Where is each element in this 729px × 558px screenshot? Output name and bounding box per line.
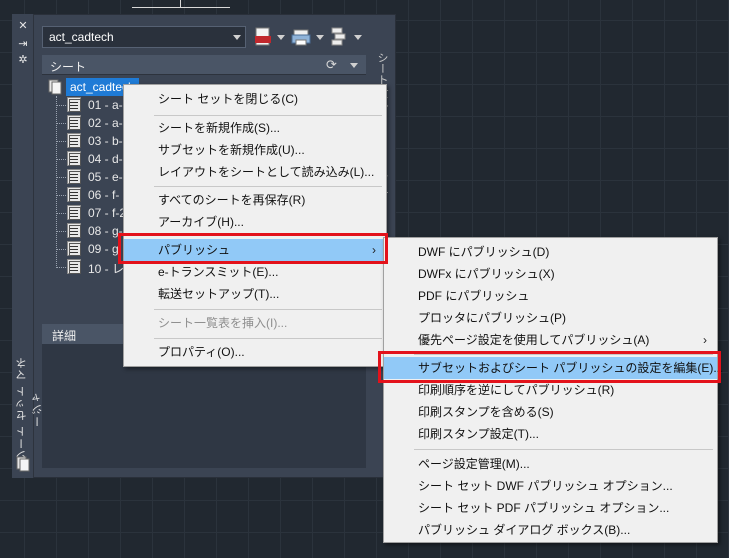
publish-submenu: DWF にパブリッシュ(D) DWFx にパブリッシュ(X) PDF にパブリッ…	[383, 237, 723, 543]
crosshair-vertical	[180, 0, 181, 8]
submenu-item-dialog-box[interactable]: パブリッシュ ダイアログ ボックス(B)...	[384, 519, 717, 541]
autohide-icon[interactable]: ⇥	[17, 38, 29, 50]
sheet-icon	[67, 115, 81, 130]
sheet-icon	[67, 187, 81, 202]
menu-item-publish[interactable]: パブリッシュ ›	[124, 239, 386, 261]
details-header-label: 詳細	[52, 329, 77, 343]
sheet-set-combo[interactable]: act_cadtech	[42, 26, 246, 48]
tree-connector	[56, 141, 66, 142]
tree-sheet-label: 08 - g-	[88, 224, 123, 238]
chevron-right-icon: ›	[372, 243, 376, 257]
tree-sheet-label: 07 - f-2	[88, 206, 127, 220]
submenu-item-stamp-settings[interactable]: 印刷スタンプ設定(T)...	[384, 423, 717, 445]
menu-item-publish-label: パブリッシュ	[158, 243, 231, 257]
menu-item-new-subset[interactable]: サブセットを新規作成(U)...	[124, 139, 386, 161]
menu-item-archive[interactable]: アーカイブ(H)...	[124, 211, 386, 233]
submenu-item-page-override[interactable]: 優先ページ設定を使用してパブリッシュ(A) ›	[384, 329, 717, 351]
sheet-icon	[67, 205, 81, 220]
tree-sheet-label: 04 - d-	[88, 152, 123, 166]
submenu-item-publish-pdf[interactable]: PDF にパブリッシュ	[384, 285, 717, 307]
tree-connector	[56, 213, 66, 214]
tree-connector	[56, 96, 57, 266]
submenu-item-page-setup-manager[interactable]: ページ設定管理(M)...	[384, 453, 717, 475]
sheet-icon	[67, 133, 81, 148]
submenu-item-publish-dwfx[interactable]: DWFx にパブリッシュ(X)	[384, 263, 717, 285]
crosshair-horizontal	[132, 7, 230, 8]
sheet-set-icon	[16, 456, 30, 472]
chevron-down-icon[interactable]	[316, 35, 324, 40]
sheets-header-label: シート	[50, 60, 87, 74]
tree-sheet-label: 01 - a-	[88, 98, 123, 112]
menu-item-import-layout[interactable]: レイアウトをシートとして読み込み(L)...	[124, 161, 386, 183]
sheet-icon	[67, 151, 81, 166]
menu-separator	[154, 338, 382, 339]
menu-item-new-sheet[interactable]: シートを新規作成(S)...	[124, 117, 386, 139]
submenu-item-dwf-options[interactable]: シート セット DWF パブリッシュ オプション...	[384, 475, 717, 497]
chevron-down-icon[interactable]	[350, 63, 358, 68]
menu-item-etransmit[interactable]: e-トランスミット(E)...	[124, 261, 386, 283]
sheet-set-combo-value: act_cadtech	[49, 30, 114, 44]
tree-connector	[56, 267, 66, 268]
tree-connector	[56, 231, 66, 232]
sheet-icon	[67, 223, 81, 238]
menu-separator	[414, 354, 713, 355]
submenu-item-page-override-label: 優先ページ設定を使用してパブリッシュ(A)	[418, 333, 650, 347]
chevron-right-icon: ›	[703, 333, 707, 347]
menu-item-resave-all[interactable]: すべてのシートを再保存(R)	[124, 189, 386, 211]
menu-item-transfer-setup[interactable]: 転送セットアップ(T)...	[124, 283, 386, 305]
tree-connector	[56, 159, 66, 160]
publish-dwf-icon[interactable]	[254, 27, 272, 47]
context-menu: シート セットを閉じる(C) シートを新規作成(S)... サブセットを新規作成…	[123, 84, 387, 367]
submenu-item-include-stamp[interactable]: 印刷スタンプを含める(S)	[384, 401, 717, 423]
sheet-set-icon	[48, 79, 62, 95]
sheets-header: シート ⟳	[42, 55, 366, 75]
chevron-down-icon[interactable]	[354, 35, 362, 40]
palette-title: シート セット マネージャ	[16, 356, 44, 462]
palette-titlebar[interactable]: ✕ ⇥ ✲ シート セット マネージャ	[12, 14, 44, 478]
tree-connector	[56, 195, 66, 196]
tree-connector	[56, 123, 66, 124]
sheet-icon	[67, 241, 81, 256]
menu-separator	[414, 449, 713, 450]
menu-separator	[154, 186, 382, 187]
tree-sheet-label: 06 - f-	[88, 188, 120, 202]
plotter-icon[interactable]	[291, 27, 311, 47]
submenu-item-publish-dwf[interactable]: DWF にパブリッシュ(D)	[384, 241, 717, 263]
tree-connector	[56, 177, 66, 178]
properties-gear-icon[interactable]: ✲	[17, 54, 29, 66]
tree-sheet-label: 03 - b-	[88, 134, 123, 148]
menu-item-insert-sheet-list: シート一覧表を挿入(I)...	[158, 316, 288, 330]
submenu-item-pdf-options[interactable]: シート セット PDF パブリッシュ オプション...	[384, 497, 717, 519]
sheet-icon	[67, 97, 81, 112]
tree-sheet-label: 09 - g	[88, 242, 119, 256]
sheet-icon	[67, 259, 81, 274]
model-view-icon[interactable]	[330, 27, 348, 47]
submenu-item-reverse-order[interactable]: 印刷順序を逆にしてパブリッシュ(R)	[384, 379, 717, 401]
tree-sheet-label: 10 - レ	[88, 262, 125, 276]
submenu-item-publish-plotter[interactable]: プロッタにパブリッシュ(P)	[384, 307, 717, 329]
menu-separator	[154, 115, 382, 116]
chevron-down-icon	[233, 35, 241, 40]
tree-connector	[56, 105, 66, 106]
close-icon[interactable]: ✕	[17, 20, 29, 32]
tree-sheet-label: 05 - e-	[88, 170, 123, 184]
menu-item-properties[interactable]: プロパティ(O)...	[124, 341, 386, 363]
tree-connector	[56, 249, 66, 250]
tree-sheet-label: 02 - a-	[88, 116, 123, 130]
submenu-item-edit-settings[interactable]: サブセットおよびシート パブリッシュの設定を編集(E)...	[384, 357, 723, 379]
chevron-down-icon[interactable]	[277, 35, 285, 40]
refresh-icon[interactable]: ⟳	[326, 57, 337, 73]
menu-item-close-sheet-set[interactable]: シート セットを閉じる(C)	[124, 88, 386, 110]
menu-separator	[154, 309, 382, 310]
sheet-icon	[67, 169, 81, 184]
